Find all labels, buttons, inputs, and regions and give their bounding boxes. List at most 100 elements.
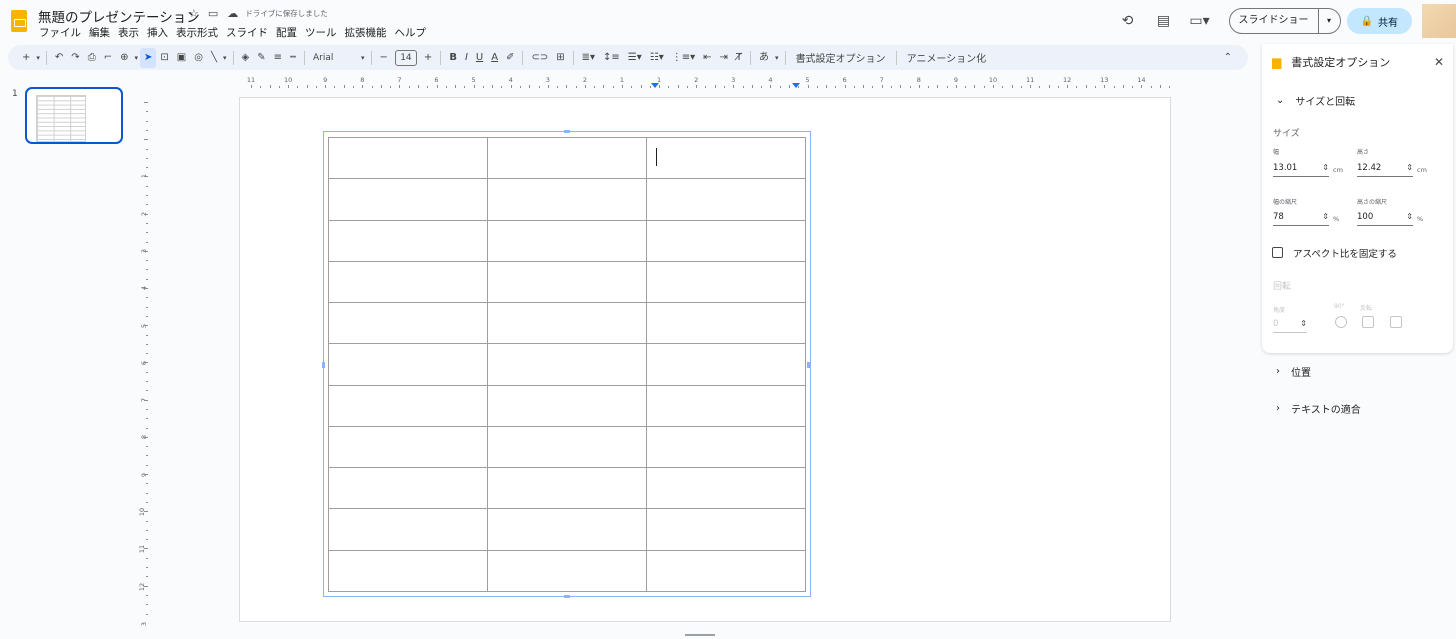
- table-cell[interactable]: [487, 302, 647, 345]
- undo-icon[interactable]: ↶: [51, 48, 67, 68]
- table-cell[interactable]: [646, 384, 806, 427]
- menu-arrange[interactable]: 配置: [275, 25, 298, 40]
- table-cell[interactable]: [646, 219, 806, 262]
- menu-help[interactable]: ヘルプ: [394, 25, 428, 40]
- table-cell[interactable]: [328, 343, 488, 386]
- width-stepper-icon[interactable]: ⇕: [1322, 161, 1329, 175]
- menu-view[interactable]: 表示: [117, 25, 140, 40]
- table-cell[interactable]: [328, 136, 488, 180]
- resize-handle-left[interactable]: [322, 362, 325, 368]
- table-cell[interactable]: [487, 343, 647, 386]
- menu-file[interactable]: ファイル: [38, 25, 82, 40]
- text-box-icon[interactable]: ⊡: [156, 48, 172, 68]
- font-size-increase-icon[interactable]: +: [420, 48, 436, 68]
- ruler-indent-marker[interactable]: [792, 83, 800, 88]
- lock-aspect-checkbox[interactable]: [1272, 247, 1283, 258]
- table-cell[interactable]: [328, 219, 488, 262]
- slideshow-dropdown-icon[interactable]: ▾: [1317, 9, 1340, 33]
- table-cell[interactable]: [487, 136, 647, 180]
- table-cell[interactable]: [646, 302, 806, 345]
- width-field[interactable]: 13.01 ⇕: [1273, 161, 1329, 177]
- width-scale-stepper-icon[interactable]: ⇕: [1322, 210, 1329, 224]
- cloud-saved-icon[interactable]: ☁: [227, 7, 238, 20]
- height-scale-field[interactable]: 100 ⇕: [1357, 210, 1413, 226]
- version-history-icon[interactable]: ⟲: [1117, 10, 1139, 32]
- menu-insert[interactable]: 挿入: [146, 25, 169, 40]
- slides-logo-icon[interactable]: [11, 10, 27, 32]
- table-cell[interactable]: [328, 508, 488, 551]
- highlight-icon[interactable]: ✐: [502, 48, 518, 68]
- link-icon[interactable]: ⊂⊃: [527, 48, 552, 68]
- decrease-indent-icon[interactable]: ⇤: [699, 48, 715, 68]
- menu-extensions[interactable]: 拡張機能: [344, 25, 388, 40]
- resize-handle-right[interactable]: [807, 362, 810, 368]
- slideshow-start[interactable]: スライドショー: [1230, 9, 1318, 33]
- text-color-button[interactable]: A: [487, 48, 502, 68]
- format-options-button[interactable]: 書式設定オプション: [790, 50, 892, 65]
- zoom-dropdown-icon[interactable]: ▾: [132, 48, 140, 68]
- close-icon[interactable]: ✕: [1434, 55, 1444, 69]
- resize-handle-bottom[interactable]: [564, 595, 570, 598]
- table-cell[interactable]: [646, 425, 806, 469]
- border-dash-icon[interactable]: ┅: [286, 48, 300, 68]
- table-cell[interactable]: [328, 549, 488, 593]
- new-slide-icon[interactable]: +: [18, 48, 34, 68]
- line-icon[interactable]: ╲: [207, 48, 221, 68]
- move-folder-icon[interactable]: ▭: [208, 7, 218, 20]
- table-cell[interactable]: [646, 343, 806, 386]
- underline-button[interactable]: U: [472, 48, 487, 68]
- font-size-decrease-icon[interactable]: −: [376, 48, 392, 68]
- table-cell[interactable]: [646, 178, 806, 221]
- comments-icon[interactable]: ▤: [1153, 10, 1175, 32]
- table-cell[interactable]: [328, 302, 488, 345]
- fill-color-icon[interactable]: ◈: [238, 48, 254, 68]
- table-cell[interactable]: [646, 260, 806, 304]
- image-icon[interactable]: ▣: [173, 48, 190, 68]
- menu-tools[interactable]: ツール: [304, 25, 338, 40]
- print-icon[interactable]: ⎙: [84, 48, 100, 68]
- share-button[interactable]: 🔒 共有: [1346, 8, 1412, 34]
- bold-button[interactable]: B: [445, 48, 461, 68]
- document-title[interactable]: 無題のプレゼンテーション: [38, 6, 200, 26]
- text-style-button[interactable]: あ: [755, 48, 773, 68]
- border-weight-icon[interactable]: ≡: [270, 48, 286, 68]
- menu-slide[interactable]: スライド: [225, 25, 269, 40]
- table-cell[interactable]: [646, 549, 806, 593]
- table-cell[interactable]: [487, 508, 647, 551]
- table-cell[interactable]: [646, 467, 806, 510]
- slide-thumbnail[interactable]: [25, 87, 123, 144]
- resize-handle-top[interactable]: [564, 130, 570, 133]
- table-cell[interactable]: [487, 260, 647, 304]
- font-select[interactable]: Arial: [309, 48, 359, 68]
- ruler-indent-marker[interactable]: [651, 83, 659, 88]
- size-rotation-section-toggle[interactable]: ⌄ サイズと回転: [1276, 93, 1355, 108]
- table-cell[interactable]: [487, 384, 647, 427]
- height-field[interactable]: 12.42 ⇕: [1357, 161, 1413, 177]
- slide-table[interactable]: [328, 136, 806, 593]
- table-cell[interactable]: [328, 425, 488, 469]
- star-icon[interactable]: ☆: [189, 7, 199, 20]
- line-dropdown-icon[interactable]: ▾: [221, 48, 229, 68]
- horizontal-ruler[interactable]: 11 10 9 8 7 6 5 4 3 2 1 1 2 3 4 5 6 7 8 9 10 11 12 13 14: [239, 76, 1171, 88]
- font-size-input[interactable]: 14: [394, 49, 417, 66]
- table-cell[interactable]: [646, 136, 806, 180]
- speaker-notes-handle[interactable]: [685, 634, 715, 636]
- height-stepper-icon[interactable]: ⇕: [1406, 161, 1413, 175]
- width-scale-field[interactable]: 78 ⇕: [1273, 210, 1329, 226]
- table-cell[interactable]: [328, 178, 488, 221]
- table-cell[interactable]: [328, 384, 488, 427]
- zoom-icon[interactable]: ⊕: [116, 48, 132, 68]
- increase-indent-icon[interactable]: ⇥: [716, 48, 732, 68]
- new-slide-dropdown-icon[interactable]: ▾: [34, 48, 42, 68]
- collapse-toolbar-icon[interactable]: ⌃: [1220, 48, 1236, 68]
- text-fit-section-toggle[interactable]: › テキストの適合: [1276, 401, 1361, 416]
- table-cell[interactable]: [487, 425, 647, 469]
- comment-add-icon[interactable]: ⊞: [552, 48, 568, 68]
- line-spacing-icon[interactable]: ↕≡: [599, 48, 624, 68]
- text-style-dropdown-icon[interactable]: ▾: [773, 48, 781, 68]
- vertical-ruler[interactable]: 1234567891011123: [136, 98, 148, 630]
- table-cell[interactable]: [328, 260, 488, 304]
- meet-icon[interactable]: ▭▾: [1189, 10, 1211, 32]
- table-cell[interactable]: [487, 467, 647, 510]
- table-cell[interactable]: [646, 508, 806, 551]
